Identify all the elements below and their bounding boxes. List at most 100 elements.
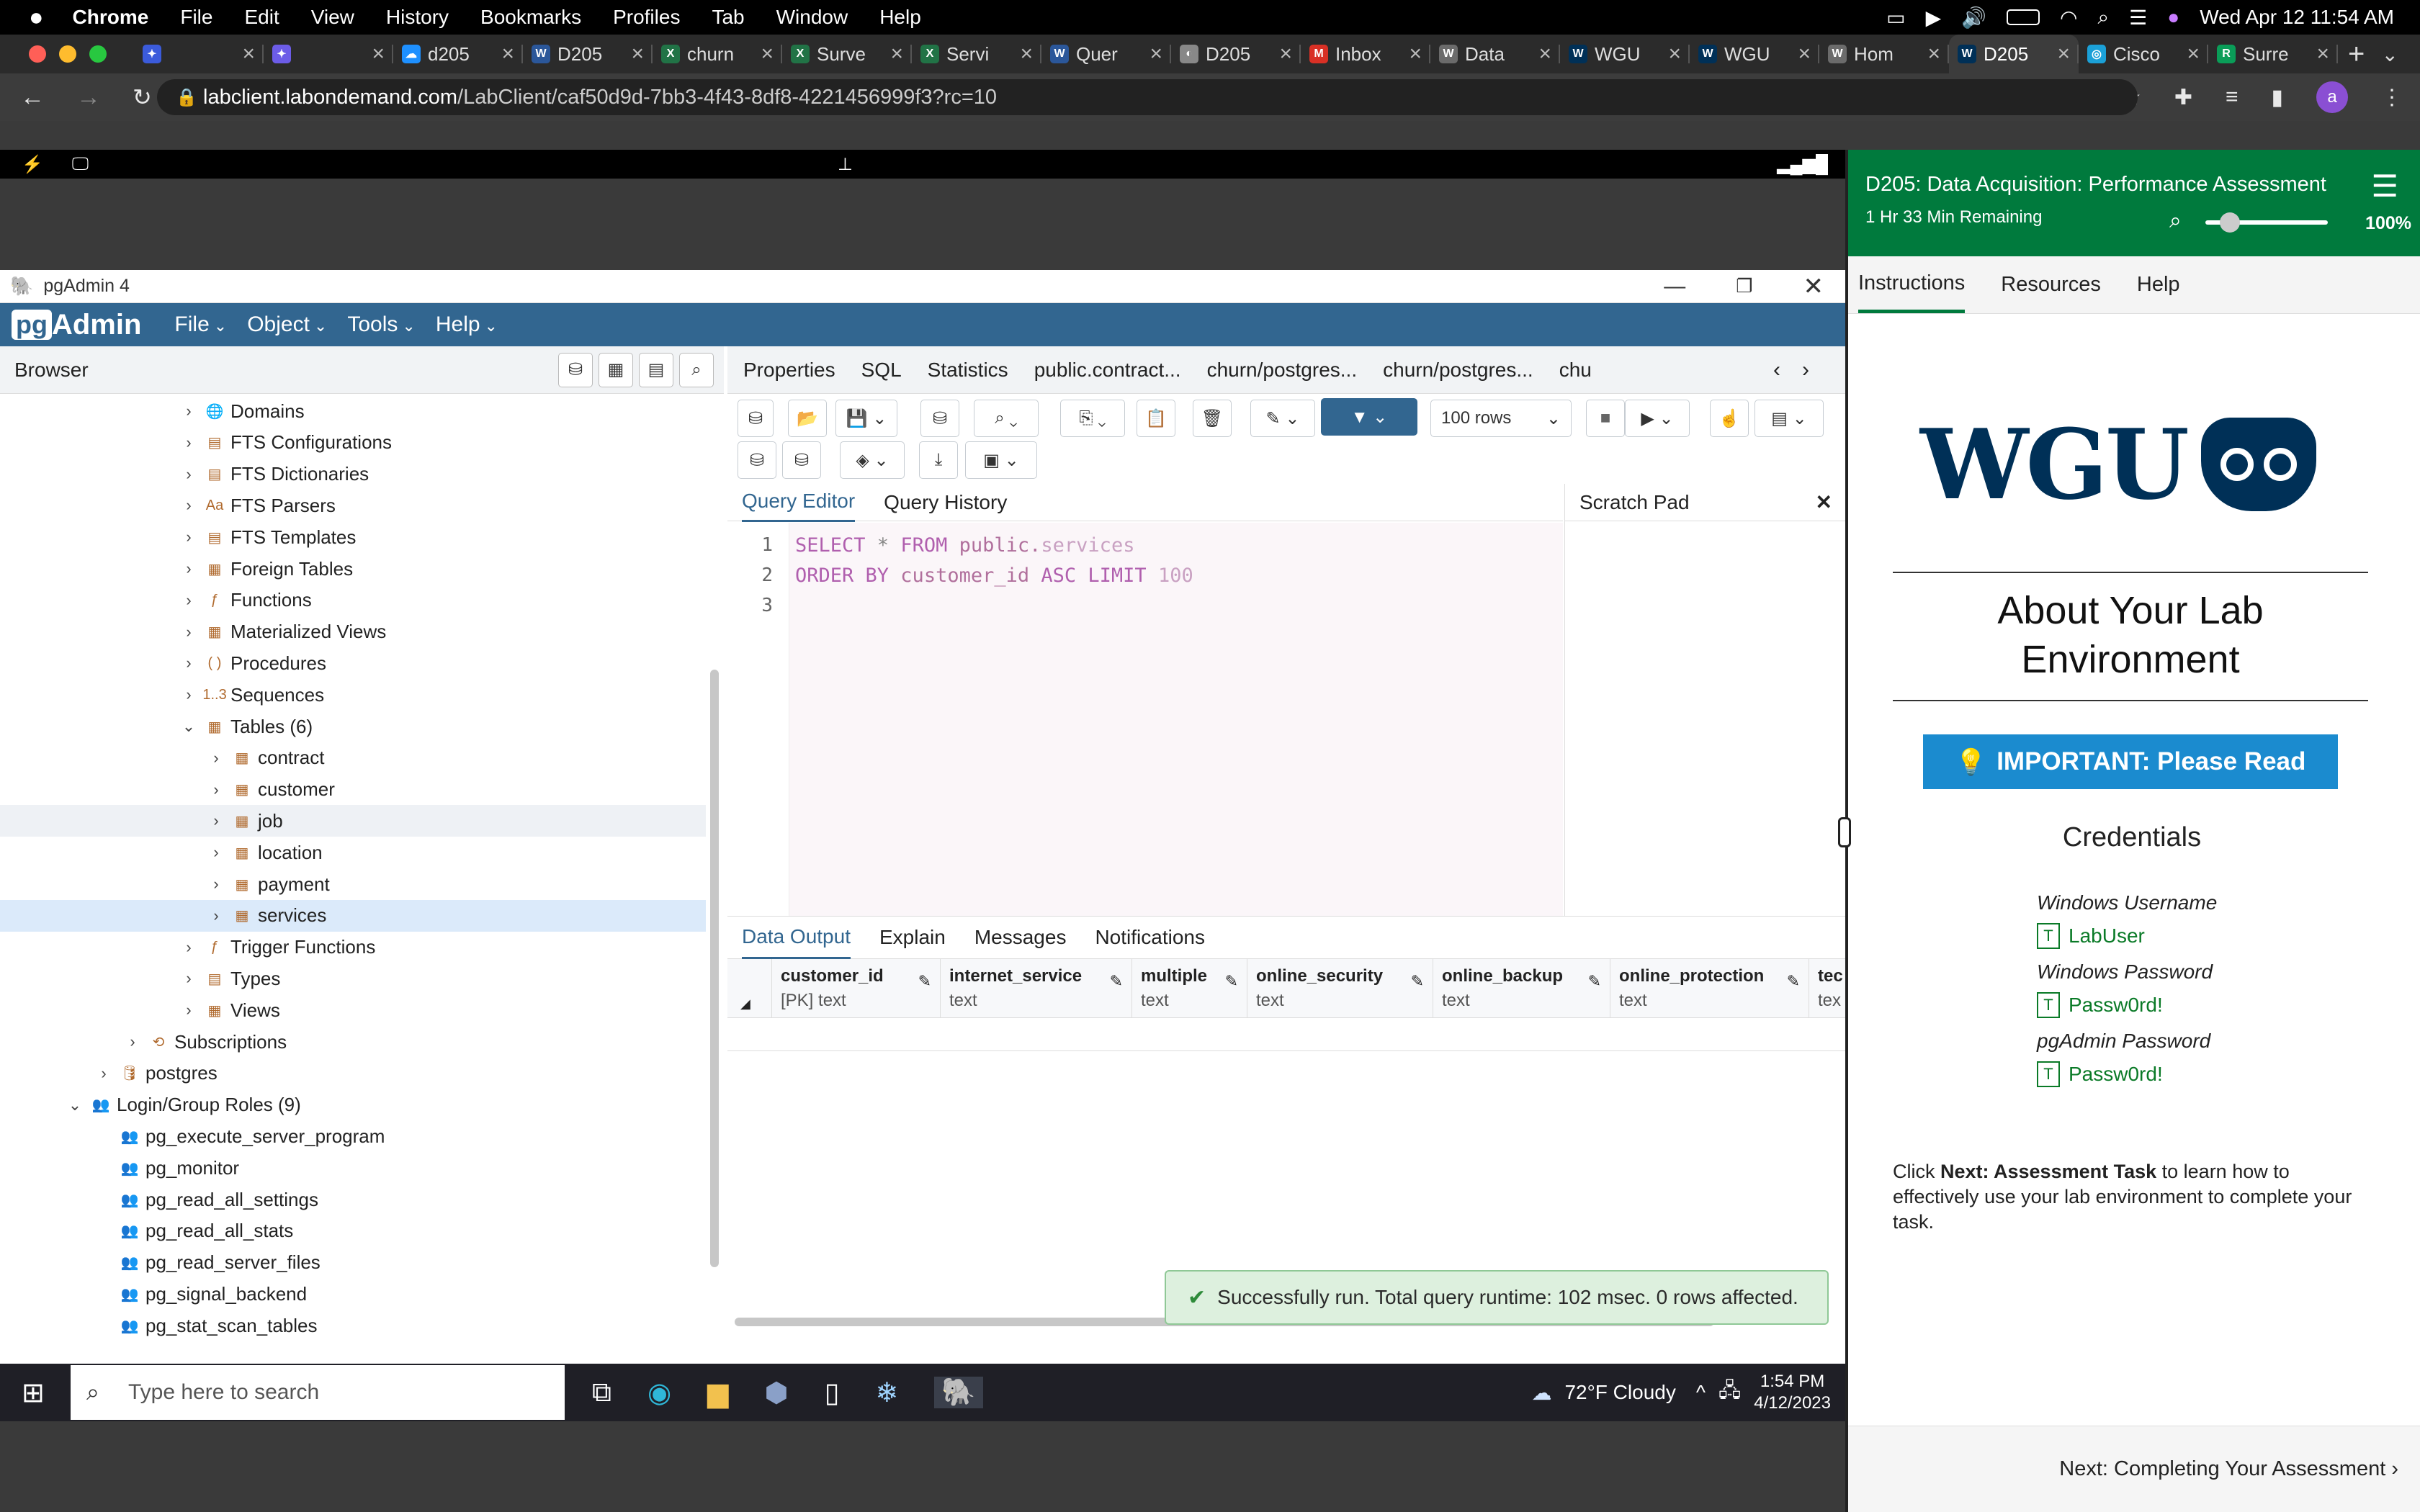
tree-node[interactable]: 👥 pg_execute_server_program	[0, 1120, 706, 1152]
app-cube-icon[interactable]: ⬢	[764, 1377, 788, 1409]
browser-tab[interactable]: W D205 ×	[523, 35, 653, 73]
tree-node[interactable]: › ▦ location	[0, 837, 706, 868]
tree-node[interactable]: › ▦ customer	[0, 774, 706, 806]
tree-node[interactable]: › ƒ Trigger Functions	[0, 932, 706, 963]
tab-close-icon[interactable]: ×	[1150, 42, 1162, 66]
browser-tab[interactable]: W Data ×	[1430, 35, 1560, 73]
chevron-right-icon[interactable]: ›	[179, 969, 199, 988]
chevron-down-icon[interactable]: ⌄	[65, 1096, 85, 1115]
wgu-tab-resources[interactable]: Resources	[2001, 258, 2101, 311]
filtered-rows-icon[interactable]: ▤	[639, 352, 673, 387]
object-tab[interactable]: SQL	[861, 359, 902, 382]
tree-node[interactable]: › ▦ payment	[0, 868, 706, 900]
tab-close-icon[interactable]: ×	[1409, 42, 1422, 66]
credential-value[interactable]: T Passw0rd!	[2037, 992, 2163, 1018]
rollback-button[interactable]: ⛁	[782, 441, 821, 479]
tree-node[interactable]: › ▦ Materialized Views	[0, 616, 706, 648]
weather-text[interactable]: 72°F Cloudy	[1564, 1381, 1675, 1404]
explain-analyze-button[interactable]: ▤ ⌄	[1754, 400, 1824, 437]
pin-icon[interactable]: ⊥	[838, 154, 853, 175]
file-explorer-icon[interactable]: ▆	[707, 1377, 728, 1409]
wgu-tab-help[interactable]: Help	[2137, 258, 2180, 311]
chevron-right-icon[interactable]: ›	[179, 465, 199, 484]
tree-node[interactable]: › 🌐 Domains	[0, 395, 706, 427]
mac-menu-view[interactable]: View	[311, 6, 354, 29]
chevron-right-icon[interactable]: ›	[179, 433, 199, 452]
tree-node[interactable]: 👥 pg_read_all_settings	[0, 1184, 706, 1215]
query-tool-icon[interactable]: ⛁	[558, 352, 593, 387]
chevron-right-icon[interactable]: ›	[179, 559, 199, 578]
tree-node[interactable]: 👥 pg_read_server_files	[0, 1247, 706, 1279]
edit-pencil-icon[interactable]: ✎	[1411, 972, 1424, 991]
browser-tab[interactable]: ◐ D205 ×	[1171, 35, 1301, 73]
tree-node[interactable]: › ▤ FTS Configurations	[0, 427, 706, 459]
chevron-right-icon[interactable]: ›	[206, 906, 226, 925]
tree-node[interactable]: › ▦ Foreign Tables	[0, 553, 706, 585]
tab-close-icon[interactable]: ×	[372, 42, 385, 66]
tabs-next-arrow-icon[interactable]: ›	[1802, 358, 1809, 382]
mac-menu-history[interactable]: History	[386, 6, 449, 29]
chevron-right-icon[interactable]: ›	[179, 528, 199, 546]
credential-value[interactable]: T Passw0rd!	[2037, 1061, 2163, 1087]
delete-button[interactable]: 🗑	[1193, 400, 1232, 437]
tab-close-icon[interactable]: ×	[1668, 42, 1681, 66]
chevron-down-icon[interactable]: ⌄	[179, 717, 199, 736]
browser-tab[interactable]: ◎ Cisco ×	[2079, 35, 2208, 73]
apple-icon[interactable]: ●	[29, 4, 44, 32]
control-center-icon[interactable]: ☰	[2129, 6, 2147, 30]
volume-icon[interactable]: 🔊	[1961, 6, 1986, 30]
tab-close-icon[interactable]: ×	[2187, 42, 2200, 66]
chevron-right-icon[interactable]: ›	[179, 654, 199, 672]
snowflake-app-icon[interactable]: ❄	[876, 1377, 899, 1409]
object-tab[interactable]: churn/postgres...	[1207, 359, 1358, 382]
media-play-icon[interactable]: ▶	[1926, 6, 1942, 30]
panel-splitter-handle[interactable]	[1838, 817, 1851, 847]
menu-clock[interactable]: Wed Apr 12 11:54 AM	[2200, 6, 2394, 29]
column-header[interactable]: customer_id [PK] text ✎	[772, 959, 941, 1018]
chevron-right-icon[interactable]: ›	[94, 1064, 114, 1083]
tree-node[interactable]: › ▤ FTS Templates	[0, 521, 706, 553]
monitor-icon[interactable]: 🖵	[72, 154, 89, 174]
pgadmin-taskbar-icon[interactable]: 🐘	[934, 1377, 983, 1408]
tab-close-icon[interactable]: ×	[1798, 42, 1811, 66]
output-tab[interactable]: Notifications	[1095, 926, 1205, 949]
minimize-window-button[interactable]	[59, 45, 76, 63]
tab-search-chevron-icon[interactable]: ⌄	[2382, 42, 2398, 66]
chevron-right-icon[interactable]: ›	[179, 938, 199, 957]
download-button[interactable]: ⤓	[919, 441, 958, 479]
tree-node[interactable]: › ▦ contract	[0, 742, 706, 774]
connection-status-button[interactable]: ⛁	[738, 400, 774, 437]
execute-button[interactable]: ▶ ⌄	[1625, 400, 1690, 437]
notepad-icon[interactable]: ▯	[825, 1377, 840, 1409]
tree-node[interactable]: › ⟲ Subscriptions	[0, 1026, 706, 1058]
edit-pencil-icon[interactable]: ✎	[1787, 972, 1800, 991]
edge-icon[interactable]: ◉	[647, 1377, 671, 1409]
chevron-right-icon[interactable]: ›	[179, 591, 199, 610]
app-menu-chrome[interactable]: Chrome	[73, 6, 149, 29]
windows-search-box[interactable]: ⌕ Type here to search	[71, 1365, 565, 1420]
tab-query-history[interactable]: Query History	[884, 491, 1007, 514]
tab-close-icon[interactable]: ×	[761, 42, 774, 66]
type-text-icon[interactable]: T	[2037, 992, 2060, 1018]
tab-close-icon[interactable]: ×	[1927, 42, 1940, 66]
search-objects-icon[interactable]: ⌕	[679, 352, 714, 387]
chevron-right-icon[interactable]: ›	[206, 780, 226, 799]
new-query-tab-button[interactable]: ⛁	[920, 400, 959, 437]
tree-node[interactable]: › ▤ Types	[0, 963, 706, 994]
tree-node[interactable]: › Aa FTS Parsers	[0, 490, 706, 521]
next-link[interactable]: Next: Completing Your Assessment ›	[2059, 1457, 2398, 1481]
tab-query-editor[interactable]: Query Editor	[742, 482, 856, 522]
edit-pencil-icon[interactable]: ✎	[1110, 972, 1123, 991]
chevron-right-icon[interactable]: ›	[179, 402, 199, 420]
mac-menu-profiles[interactable]: Profiles	[613, 6, 680, 29]
tab-close-icon[interactable]: ×	[631, 42, 644, 66]
tree-node[interactable]: ⌄ 👥 Login/Group Roles (9)	[0, 1089, 706, 1121]
pg-menu-tools[interactable]: Tools ⌄	[347, 312, 415, 337]
grid-corner[interactable]: ◢	[727, 959, 772, 1018]
chevron-right-icon[interactable]: ›	[206, 811, 226, 830]
browser-tab[interactable]: ✦ ×	[264, 35, 393, 73]
browser-tab[interactable]: W D205 ×	[1949, 35, 2079, 73]
macros-button[interactable]: ▣ ⌄	[965, 441, 1037, 479]
view-data-icon[interactable]: ▦	[599, 352, 633, 387]
tab-close-icon[interactable]: ×	[1020, 42, 1033, 66]
